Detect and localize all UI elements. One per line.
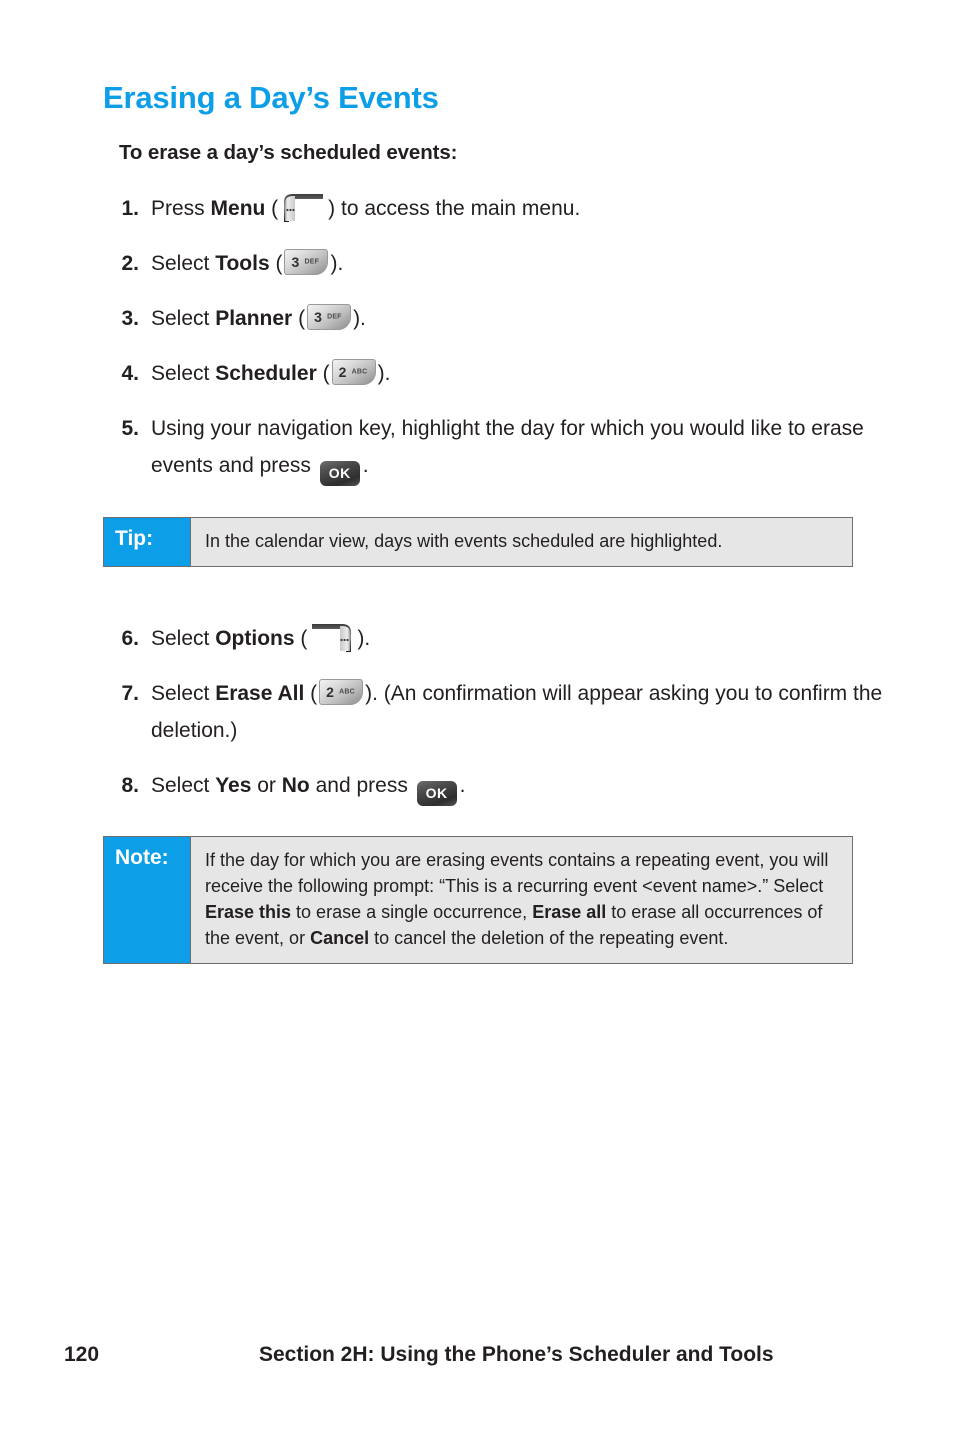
- step-text-bold: Erase All: [215, 682, 305, 705]
- note-bold-erase-this: Erase this: [205, 902, 292, 922]
- step-text-bold: Yes: [215, 774, 252, 797]
- step-text: Select Planner (3 DEF).: [151, 300, 893, 337]
- step-text-post: ).: [330, 252, 344, 275]
- step-number: 2.: [121, 252, 139, 275]
- list-item: 8. Select Yes or No and press OK.: [103, 767, 893, 806]
- list-item: 4. Select Scheduler (2 ABC).: [103, 355, 893, 392]
- list-item: 3. Select Planner (3 DEF).: [103, 300, 893, 337]
- task-subheading: To erase a day’s scheduled events:: [119, 141, 458, 164]
- note-body: If the day for which you are erasing eve…: [191, 837, 852, 963]
- tip-label: Tip:: [104, 518, 191, 566]
- list-item: 5. Using your navigation key, highlight …: [103, 410, 893, 486]
- note-bold-cancel: Cancel: [310, 928, 370, 948]
- step-text: Select Scheduler (2 ABC).: [151, 355, 893, 392]
- step-number: 6.: [121, 627, 139, 650]
- steps-list-upper: 1. Press Menu ( ) to access the main menu…: [103, 190, 893, 504]
- step-number: 1.: [121, 197, 139, 220]
- key-ok-icon: OK: [319, 461, 360, 486]
- list-item: 1. Press Menu ( ) to access the main menu…: [103, 190, 893, 227]
- step-text-pre: Select: [151, 682, 216, 705]
- note-bold-erase-all: Erase all: [532, 902, 607, 922]
- footer-page-number: 120: [64, 1343, 100, 1366]
- step-text-bold: Planner: [215, 307, 293, 330]
- step-text-mid-2: and press: [309, 774, 414, 797]
- key-digit: 2: [338, 364, 347, 380]
- step-number: 5.: [121, 417, 139, 440]
- step-text-pre: Using your navigation key, highlight the…: [151, 417, 864, 477]
- step-number: 4.: [121, 362, 139, 385]
- softkey-right-options-icon: [309, 621, 355, 655]
- step-text: Select Options ().: [151, 620, 893, 657]
- key-letters: DEF: [327, 313, 342, 321]
- note-body-part4: to cancel the deletion of the repeating …: [369, 928, 729, 948]
- tip-callout: Tip: In the calendar view, days with eve…: [103, 517, 853, 567]
- step-text: Select Tools (3 DEF).: [151, 245, 893, 282]
- key-2-abc-icon: 2 ABC: [331, 359, 376, 385]
- step-text-post: ).: [353, 307, 366, 330]
- step-text-bold-2: No: [281, 774, 310, 797]
- step-text-mid: or: [251, 774, 282, 797]
- key-digit: 3: [291, 254, 300, 270]
- step-text-bold: Options: [215, 627, 295, 650]
- list-item: 7. Select Erase All (2 ABC). (An confirma…: [103, 675, 893, 749]
- step-text-bold: Tools: [215, 252, 270, 275]
- step-text-pre: Select: [151, 774, 216, 797]
- softkey-left-menu-icon: [280, 191, 326, 225]
- key-digit: 3: [314, 309, 322, 325]
- step-text-post: ) to access the main menu.: [328, 197, 581, 220]
- key-digit: 2: [326, 684, 334, 700]
- step-text-pre: Select: [151, 252, 216, 275]
- step-text-pre: Press: [151, 197, 211, 220]
- step-text-bold: Scheduler: [215, 362, 317, 385]
- manual-page: Erasing a Day’s Events To erase a day’s …: [0, 0, 954, 1431]
- step-text-post: .: [362, 454, 369, 477]
- step-text: Using your navigation key, highlight the…: [151, 410, 893, 486]
- key-letters: ABC: [351, 368, 368, 376]
- step-text-bold: Menu: [210, 197, 266, 220]
- step-text-mid: (: [292, 307, 306, 330]
- step-number: 8.: [121, 774, 139, 797]
- step-text: Press Menu ( ) to access the main menu.: [151, 190, 893, 227]
- key-ok-icon: OK: [416, 781, 457, 806]
- step-text-pre: Select: [151, 307, 216, 330]
- step-text-post: .: [459, 774, 466, 797]
- step-number: 3.: [121, 307, 139, 330]
- step-text-mid: (: [294, 627, 308, 650]
- note-body-part1: If the day for which you are erasing eve…: [205, 850, 829, 896]
- footer-section-title: Section 2H: Using the Phone’s Scheduler …: [259, 1343, 774, 1366]
- key-3-def-icon: 3 DEF: [307, 304, 352, 330]
- note-callout: Note: If the day for which you are erasi…: [103, 836, 853, 964]
- step-text: Select Yes or No and press OK.: [151, 767, 893, 806]
- step-text-pre: Select: [151, 362, 216, 385]
- tip-body: In the calendar view, days with events s…: [191, 518, 852, 566]
- page-title: Erasing a Day’s Events: [103, 80, 439, 115]
- key-2-abc-icon: 2 ABC: [319, 679, 364, 705]
- list-item: 6. Select Options ().: [103, 620, 893, 657]
- note-body-part2: to erase a single occurrence,: [291, 902, 533, 922]
- step-text-mid: (: [265, 197, 279, 220]
- step-text-mid: (: [269, 252, 283, 275]
- step-text-post: ).: [357, 627, 371, 650]
- steps-list-lower: 6. Select Options (). 7. Select Erase Al…: [103, 620, 893, 824]
- step-text-pre: Select: [151, 627, 216, 650]
- step-number: 7.: [121, 682, 139, 705]
- step-text-post: ).: [377, 362, 391, 385]
- step-text-mid: (: [316, 362, 330, 385]
- step-text-mid: (: [304, 682, 318, 705]
- step-text: Select Erase All (2 ABC). (An confirmatio…: [151, 675, 893, 749]
- key-3-def-icon: 3 DEF: [284, 249, 329, 275]
- list-item: 2. Select Tools (3 DEF).: [103, 245, 893, 282]
- key-letters: ABC: [339, 688, 355, 696]
- note-label: Note:: [104, 837, 191, 963]
- key-letters: DEF: [304, 258, 320, 266]
